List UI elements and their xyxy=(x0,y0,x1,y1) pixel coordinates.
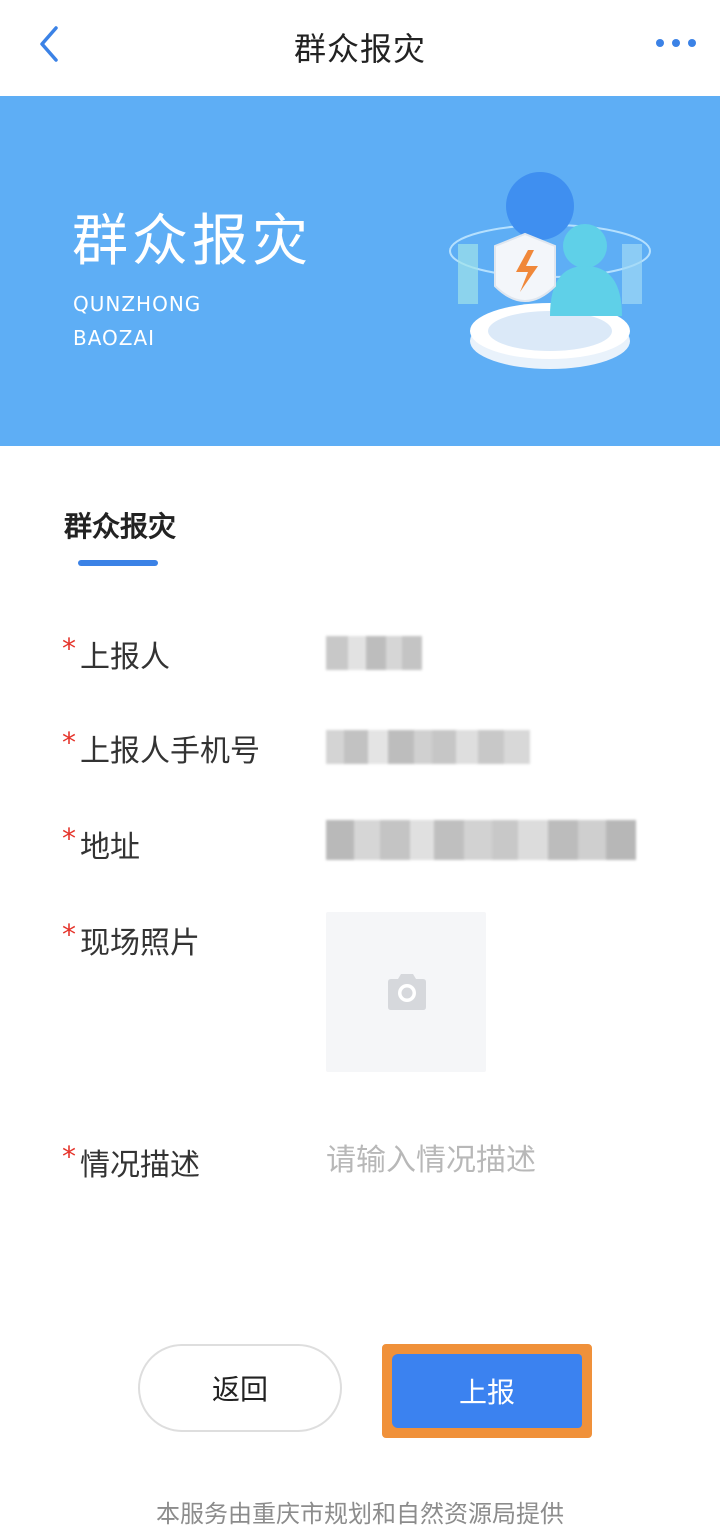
section-underline xyxy=(78,560,158,566)
page-title: 群众报灾 xyxy=(293,30,426,68)
address-label: * 地址 xyxy=(62,822,140,866)
photo-label-text: 现场照片 xyxy=(80,926,200,961)
banner: 群众报灾 QUNZHONG BAOZAI xyxy=(0,96,720,446)
description-label: * 情况描述 xyxy=(62,1140,200,1184)
photo-upload-box[interactable] xyxy=(326,912,486,1072)
address-label-text: 地址 xyxy=(80,830,140,865)
required-mark: * xyxy=(62,632,76,665)
address-value[interactable] xyxy=(326,820,646,860)
required-mark: * xyxy=(62,822,76,855)
phone-label: * 上报人手机号 xyxy=(62,726,260,770)
description-input[interactable] xyxy=(326,1140,686,1180)
reporter-value[interactable] xyxy=(326,636,422,670)
nav-bar: 群众报灾 xyxy=(0,0,720,96)
photo-label: * 现场照片 xyxy=(62,918,200,962)
camera-icon xyxy=(388,974,426,1010)
reporter-label: * 上报人 xyxy=(62,632,170,676)
phone-label-text: 上报人手机号 xyxy=(80,734,260,769)
required-mark: * xyxy=(62,726,76,759)
description-label-text: 情况描述 xyxy=(80,1148,200,1183)
report-shield-illustration-icon xyxy=(449,172,651,369)
footer-text: 本服务由重庆市规划和自然资源局提供 xyxy=(156,1500,564,1528)
reporter-label-text: 上报人 xyxy=(80,640,170,675)
submit-button-highlight: 上报 xyxy=(382,1344,592,1438)
more-dots-icon[interactable] xyxy=(654,28,698,58)
back-button[interactable]: 返回 xyxy=(138,1344,342,1432)
phone-value[interactable] xyxy=(326,730,530,764)
required-mark: * xyxy=(62,918,76,951)
section-title: 群众报灾 xyxy=(64,510,177,543)
required-mark: * xyxy=(62,1140,76,1173)
submit-button[interactable]: 上报 xyxy=(392,1354,582,1428)
banner-subtitle: QUNZHONG BAOZAI xyxy=(73,292,202,350)
banner-title: 群众报灾 xyxy=(72,209,312,274)
